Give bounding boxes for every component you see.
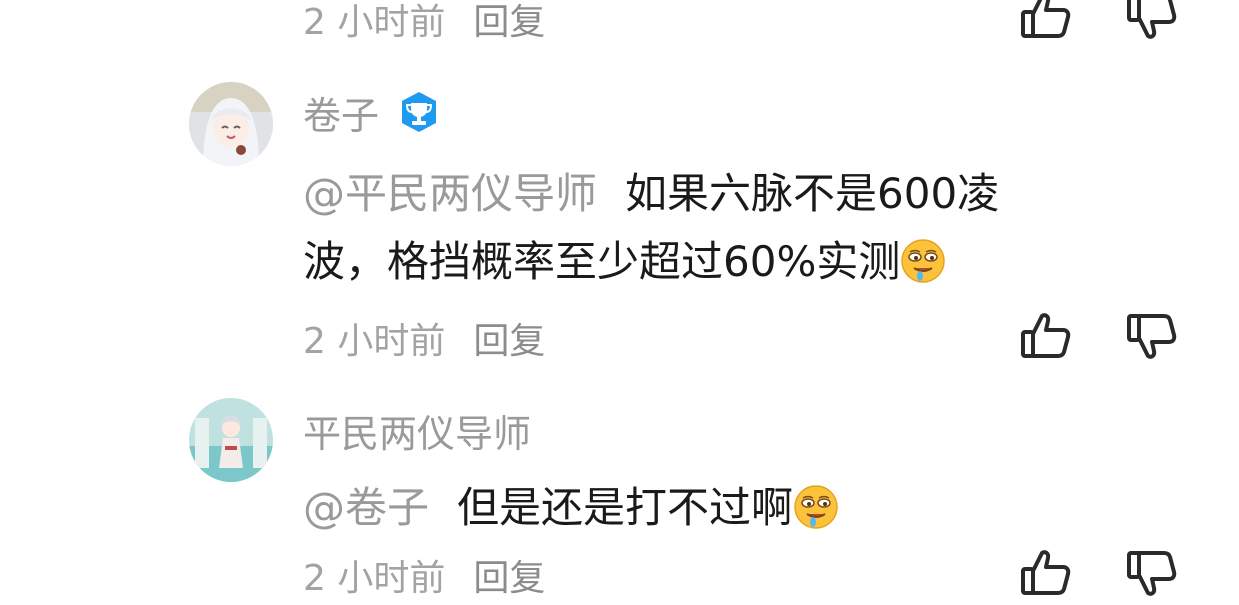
- comment-timestamp: 2 小时前: [303, 2, 446, 43]
- thumbs-up-icon[interactable]: [1018, 0, 1074, 44]
- comment-text-line2: 波，格挡概率至少超过60%实测: [303, 237, 901, 286]
- comment-meta: 2 小时前 回复: [303, 313, 545, 363]
- drooling-face-emoji: [793, 484, 839, 530]
- comment-timestamp: 2 小时前: [303, 321, 446, 362]
- reply-button[interactable]: 回复: [473, 0, 545, 45]
- thumbs-down-icon[interactable]: [1124, 308, 1180, 364]
- username[interactable]: 卷子: [303, 85, 379, 140]
- drooling-face-emoji: [900, 238, 946, 284]
- username[interactable]: 平民两仪导师: [303, 403, 531, 458]
- thumbs-up-icon[interactable]: [1018, 308, 1074, 364]
- comment-body: @平民两仪导师 如果六脉不是600凌 波，格挡概率至少超过60%实测: [303, 160, 1123, 296]
- comment-meta: 2 小时前 回复: [303, 0, 545, 44]
- thumbs-down-icon[interactable]: [1124, 0, 1180, 44]
- mention-link[interactable]: @卷子: [303, 483, 429, 532]
- comment-username-row: 卷子: [303, 84, 441, 140]
- comment-timestamp: 2 小时前: [303, 558, 446, 599]
- avatar[interactable]: [189, 398, 273, 482]
- comment-text-line1: 如果六脉不是600凌: [625, 169, 1000, 218]
- comment-body: @卷子 但是还是打不过啊: [303, 474, 1123, 542]
- comment-text: 但是还是打不过啊: [457, 483, 794, 532]
- thumbs-down-icon[interactable]: [1124, 545, 1180, 601]
- reply-button[interactable]: 回复: [473, 312, 545, 364]
- avatar[interactable]: [189, 82, 273, 166]
- comment-meta: 2 小时前 回复: [303, 550, 545, 600]
- mention-link[interactable]: @平民两仪导师: [303, 169, 597, 218]
- trophy-badge-icon: [397, 90, 441, 134]
- reply-button[interactable]: 回复: [473, 549, 545, 601]
- comment-username-row: 平民两仪导师: [303, 402, 531, 458]
- thumbs-up-icon[interactable]: [1018, 545, 1074, 601]
